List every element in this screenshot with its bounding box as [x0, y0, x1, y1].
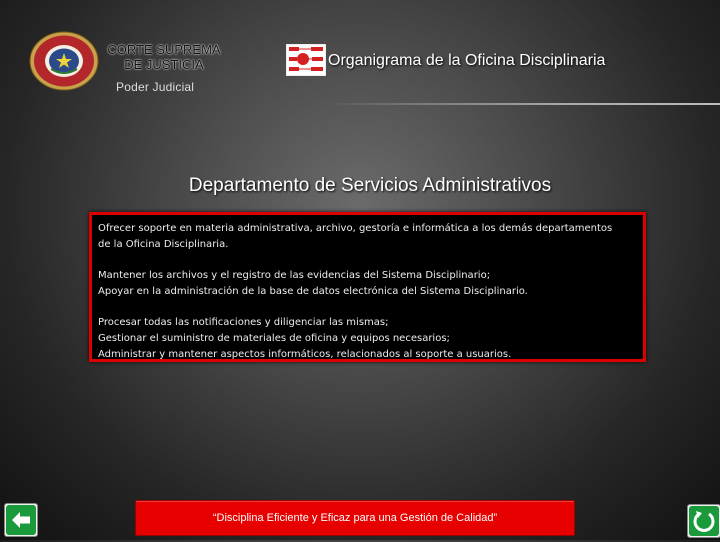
slogan-text: “Disciplina Eficiente y Eficaz para una …	[212, 512, 498, 524]
description-paragraph-2: Mantener los archivos y el registro de l…	[98, 268, 643, 300]
slogan-bar: “Disciplina Eficiente y Eficaz para una …	[135, 500, 575, 536]
description-line: Procesar todas las notificaciones y dili…	[98, 317, 389, 328]
national-seal-icon	[29, 31, 99, 91]
page-title: Organigrama de la Oficina Disciplinaria	[328, 52, 606, 69]
return-arrow-icon	[689, 506, 719, 536]
court-name-line1: CORTE SUPREMA	[107, 42, 221, 57]
description-line: Apoyar en la administración de la base d…	[98, 286, 528, 297]
description-line: Administrar y mantener aspectos informát…	[98, 349, 512, 360]
department-description-box: Ofrecer soporte en materia administrativ…	[89, 212, 646, 362]
description-line: Gestionar el suministro de materiales de…	[98, 333, 450, 344]
description-line: de la Oficina Disciplinaria.	[98, 239, 229, 250]
description-line: Ofrecer soporte en materia administrativ…	[98, 223, 613, 234]
court-name-line2: DE JUSTICIA	[124, 57, 204, 72]
return-button[interactable]	[687, 504, 720, 538]
department-title: Departamento de Servicios Administrativo…	[188, 175, 552, 196]
arrow-left-icon	[6, 505, 36, 535]
description-line: Mantener los archivos y el registro de l…	[98, 270, 491, 281]
court-name: CORTE SUPREMA DE JUSTICIA	[102, 42, 226, 72]
org-chart-icon	[286, 44, 326, 76]
header-divider	[325, 103, 720, 105]
back-button[interactable]	[4, 503, 38, 537]
court-subtitle: Poder Judicial	[116, 80, 195, 94]
description-paragraph-1: Ofrecer soporte en materia administrativ…	[98, 221, 643, 253]
description-paragraph-3: Procesar todas las notificaciones y dili…	[98, 315, 643, 363]
